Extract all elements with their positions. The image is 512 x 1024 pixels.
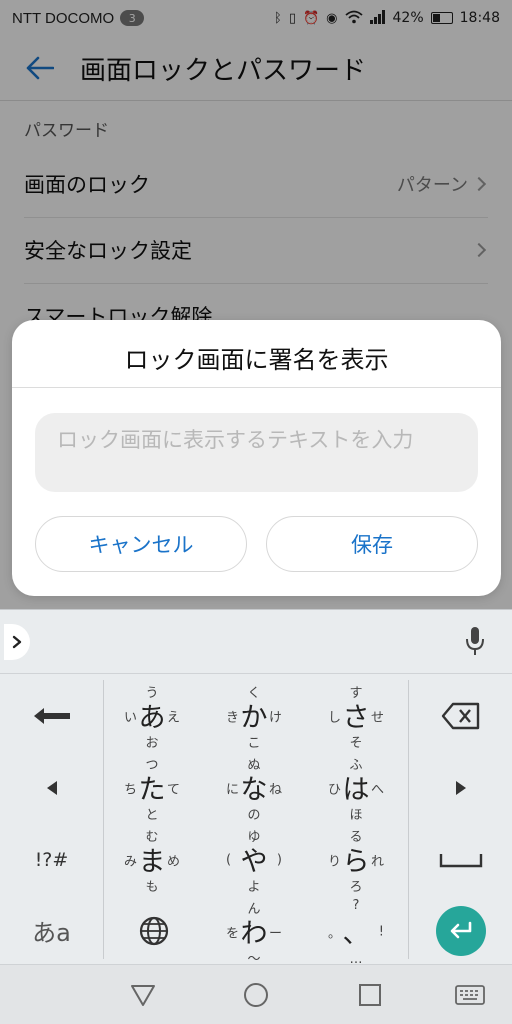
- flick-center-char: わ: [240, 918, 268, 950]
- flick-down-char: お: [145, 736, 159, 751]
- flick-center-char: ま: [138, 846, 166, 878]
- flick-up-char: ん: [247, 902, 261, 917]
- enter-key[interactable]: [409, 896, 512, 965]
- recents-square-icon[interactable]: [356, 981, 384, 1009]
- dialog-divider: [12, 387, 501, 388]
- flick-key-ra[interactable]: らるろり れ: [308, 824, 404, 896]
- flick-right-char: ): [276, 852, 282, 868]
- expand-toolbar-button[interactable]: [4, 624, 30, 660]
- flick-key-sa[interactable]: さすそし せ: [308, 680, 404, 752]
- dialog-title: ロック画面に署名を表示: [124, 346, 389, 374]
- cursor-right-key[interactable]: [409, 752, 512, 824]
- flick-center-char: や: [240, 846, 268, 878]
- flick-down-char: こ: [247, 736, 261, 751]
- flick-right-char: ね: [268, 782, 282, 798]
- undo-key[interactable]: [0, 680, 103, 752]
- flick-left-char: (: [226, 852, 232, 868]
- flick-right-char: れ: [370, 854, 384, 870]
- flick-up-char: す: [349, 686, 363, 701]
- flick-center-char: ら: [342, 846, 370, 878]
- flick-up-char: る: [349, 830, 363, 845]
- flick-right-char: ー: [268, 926, 282, 942]
- flick-up-char: ?: [352, 898, 360, 913]
- flick-key-ka[interactable]: かくこき け: [206, 680, 302, 752]
- keyboard-hide-icon[interactable]: [454, 981, 486, 1009]
- enter-icon: [435, 905, 486, 956]
- flick-key-ya[interactable]: やゆよ (): [206, 824, 302, 896]
- flick-down-char: よ: [247, 880, 261, 895]
- flick-center-char: た: [138, 774, 166, 806]
- flick-up-char: く: [247, 686, 261, 701]
- flick-right-char: け: [268, 710, 282, 726]
- backspace-key[interactable]: [409, 680, 512, 752]
- flick-left-char: ひ: [328, 782, 342, 798]
- flick-left-char: り: [328, 854, 342, 870]
- flick-left-char: を: [226, 926, 240, 942]
- flick-up-char: ゆ: [247, 830, 261, 845]
- flick-down-char: ほ: [349, 808, 363, 823]
- flick-key-a[interactable]: あうおい え: [104, 680, 200, 752]
- flick-key-ma[interactable]: まむもみ め: [104, 824, 200, 896]
- flick-left-char: し: [328, 710, 342, 726]
- flick-down-char: ろ: [349, 880, 363, 895]
- keyboard-toolbar: [0, 609, 512, 673]
- flick-center-char: か: [240, 702, 268, 734]
- flick-down-char: と: [145, 808, 159, 823]
- flick-key-ta[interactable]: たつとち て: [104, 752, 200, 824]
- flick-left-char: い: [124, 710, 138, 726]
- globe-icon[interactable]: [104, 896, 204, 965]
- cursor-left-key[interactable]: [0, 752, 103, 824]
- flick-key-punct[interactable]: 、?…。!: [308, 896, 404, 968]
- flick-down-char: も: [145, 880, 159, 895]
- flick-center-char: は: [342, 774, 370, 806]
- microphone-icon[interactable]: [464, 624, 486, 658]
- signature-dialog: ロック画面に署名を表示 ロック画面に表示するテキストを入力 キャンセル 保存: [12, 320, 501, 596]
- signature-text-input[interactable]: ロック画面に表示するテキストを入力: [35, 413, 478, 492]
- input-mode-key[interactable]: あa: [0, 896, 103, 965]
- flick-center-char: な: [240, 774, 268, 806]
- flick-left-char: き: [226, 710, 240, 726]
- home-circle-icon[interactable]: [242, 981, 270, 1009]
- flick-right-char: え: [166, 710, 180, 726]
- flick-down-char: の: [247, 808, 261, 823]
- flick-right-char: へ: [370, 782, 384, 798]
- flick-left-char: に: [226, 782, 240, 798]
- flick-up-char: ぬ: [247, 758, 261, 773]
- flick-keyboard: !?# あa あうおい え かくこき け さすそし せたつとち て なぬのに ね はふほひ へまむも…: [0, 673, 512, 967]
- flick-left-char: み: [124, 854, 138, 870]
- space-key[interactable]: [409, 824, 512, 896]
- navigation-bar: [0, 964, 512, 1024]
- flick-center-char: さ: [342, 702, 370, 734]
- flick-key-wa[interactable]: わん〜をー: [206, 896, 302, 968]
- flick-up-char: つ: [145, 758, 159, 773]
- flick-up-char: む: [145, 830, 159, 845]
- flick-up-char: う: [145, 686, 159, 701]
- save-button[interactable]: 保存: [266, 516, 478, 572]
- flick-right-char: て: [166, 782, 180, 798]
- flick-center-char: 、: [342, 918, 370, 950]
- symbols-key[interactable]: !?#: [0, 824, 103, 896]
- flick-key-ha[interactable]: はふほひ へ: [308, 752, 404, 824]
- flick-up-char: ふ: [349, 758, 363, 773]
- flick-left-char: ち: [124, 782, 138, 798]
- flick-down-char: そ: [349, 736, 363, 751]
- flick-left-char: 。: [328, 926, 342, 942]
- flick-key-na[interactable]: なぬのに ね: [206, 752, 302, 824]
- back-triangle-icon[interactable]: [129, 981, 157, 1009]
- flick-right-char: !: [378, 924, 384, 940]
- flick-right-char: め: [166, 854, 180, 870]
- flick-right-char: せ: [370, 710, 384, 726]
- cancel-button[interactable]: キャンセル: [35, 516, 247, 572]
- flick-center-char: あ: [138, 702, 166, 734]
